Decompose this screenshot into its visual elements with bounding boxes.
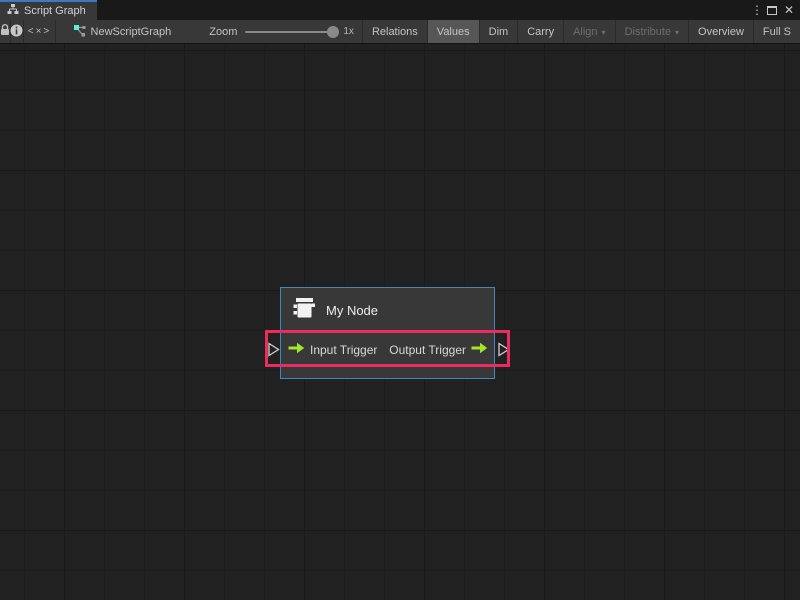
zoom-slider-handle[interactable] <box>327 26 339 38</box>
toolbar-buttons: Relations Values Dim Carry Align ▾ Distr… <box>362 20 800 43</box>
lock-button[interactable] <box>0 20 10 43</box>
output-port-label: Output Trigger <box>389 343 466 357</box>
unit-node[interactable]: My Node Input Trigger Output Trigger <box>280 287 495 379</box>
title-bar: Script Graph ⋮ ✕ <box>0 0 800 20</box>
code-view-button[interactable]: <×> <box>24 20 55 43</box>
overview-button[interactable]: Overview <box>688 20 753 43</box>
graph-asset-name: NewScriptGraph <box>91 26 172 38</box>
dim-button[interactable]: Dim <box>479 20 518 43</box>
input-trigger-port[interactable]: Input Trigger <box>288 342 377 357</box>
unit-icon <box>290 294 318 327</box>
graph-canvas[interactable]: My Node Input Trigger Output Trigger <box>0 44 800 600</box>
graph-toolbar: <×> NewScriptGraph Zoom 1x Relation <box>0 20 800 44</box>
script-graph-asset-icon <box>73 24 86 40</box>
zoom-label: Zoom <box>209 26 237 38</box>
zoom-value: 1x <box>343 26 354 37</box>
zoom-slider[interactable] <box>245 31 335 33</box>
window-controls: ⋮ ✕ <box>751 0 800 20</box>
graph-hierarchy-icon <box>7 2 19 20</box>
chevron-down-icon: ▾ <box>602 28 606 37</box>
output-connection-arrow[interactable] <box>497 342 510 357</box>
info-button[interactable] <box>10 20 23 43</box>
node-header[interactable]: My Node <box>281 288 494 333</box>
tab-label: Script Graph <box>24 5 86 17</box>
graph-asset-breadcrumb[interactable]: NewScriptGraph <box>56 20 182 43</box>
close-icon[interactable]: ✕ <box>783 0 795 20</box>
input-connection-arrow[interactable] <box>267 342 280 357</box>
script-graph-window: Script Graph ⋮ ✕ <box>0 0 800 600</box>
output-trigger-port[interactable]: Output Trigger <box>389 342 488 357</box>
lock-icon <box>0 24 10 39</box>
align-dropdown-button[interactable]: Align ▾ <box>563 20 614 43</box>
tab-script-graph[interactable]: Script Graph <box>0 0 97 20</box>
flow-arrow-icon <box>288 342 305 357</box>
node-port-row: Input Trigger Output Trigger <box>281 333 494 366</box>
full-screen-button[interactable]: Full S <box>753 20 800 43</box>
chevron-down-icon: ▾ <box>675 28 679 37</box>
maximize-icon[interactable] <box>767 6 777 15</box>
node-title: My Node <box>326 303 378 318</box>
zoom-control: Zoom 1x <box>181 20 362 43</box>
flow-arrow-icon <box>471 342 488 357</box>
carry-button[interactable]: Carry <box>517 20 563 43</box>
input-port-label: Input Trigger <box>310 343 377 357</box>
info-icon <box>10 24 23 40</box>
relations-button[interactable]: Relations <box>362 20 427 43</box>
title-bar-spacer <box>97 0 751 20</box>
window-menu-icon[interactable]: ⋮ <box>751 0 761 20</box>
values-button[interactable]: Values <box>427 20 479 43</box>
distribute-dropdown-button[interactable]: Distribute ▾ <box>615 20 688 43</box>
